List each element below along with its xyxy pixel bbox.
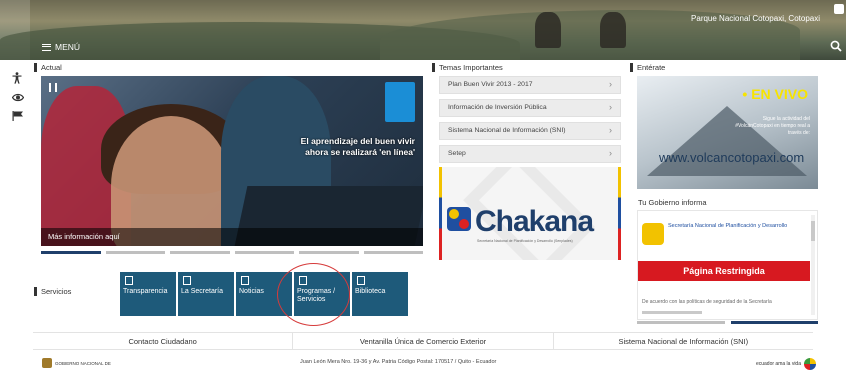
hamburger-icon — [42, 43, 51, 51]
vertical-scrollbar[interactable] — [811, 215, 815, 315]
gobierno-nacional-logo: GOBIERNO NACIONAL DE — [42, 358, 111, 368]
flag-icon[interactable] — [12, 111, 24, 121]
eye-icon — [125, 276, 133, 285]
live-url: www.volcancotopaxi.com — [659, 150, 805, 165]
chat-icon[interactable] — [834, 4, 844, 14]
news-icon — [241, 276, 249, 285]
gobierno-informa-box: Secretaría Nacional de Planificación y D… — [637, 210, 818, 320]
cyclist-image — [600, 12, 626, 48]
sun-icon — [804, 358, 816, 370]
search-icon[interactable] — [830, 40, 842, 52]
section-title-actual: Actual — [34, 63, 62, 72]
footer-links: Contacto Ciudadano Ventanilla Única de C… — [33, 332, 813, 350]
slide-indicator[interactable] — [730, 321, 818, 324]
menu-label: MENÚ — [55, 42, 81, 52]
accessibility-icon[interactable] — [12, 72, 22, 84]
slide-indicator[interactable] — [41, 251, 101, 254]
tile-transparencia[interactable]: Transparencia — [120, 272, 176, 316]
section-title-servicios: Servicios — [33, 287, 72, 296]
senplades-name: Secretaría Nacional de Planificación y D… — [668, 223, 788, 229]
security-note: De acuerdo con las políticas de segurida… — [642, 299, 772, 305]
chakana-banner[interactable]: Chakana Secretaría Nacional de Planifica… — [439, 167, 621, 260]
section-title-enterate: Entérate — [629, 63, 666, 72]
footer-address: Juan León Mera Nro. 19-36 y Av. Patria C… — [300, 359, 497, 365]
chakana-logo-icon — [447, 207, 471, 231]
tile-la-secretaria[interactable]: La Secretaría — [178, 272, 234, 316]
senplades-logo[interactable]: Secretaría Nacional de Planificación y D… — [642, 219, 802, 253]
slide-indicator[interactable] — [637, 321, 725, 324]
crest-icon — [42, 358, 52, 368]
tile-label: Biblioteca — [355, 288, 386, 295]
slide-indicator[interactable] — [363, 251, 423, 254]
senplades-icon — [642, 223, 664, 245]
hero-slide[interactable]: El aprendizaje del buen vivir ahora se r… — [41, 76, 423, 246]
accessibility-bar — [12, 72, 24, 121]
slide-indicator[interactable] — [234, 251, 294, 254]
gobierno-label: GOBIERNO NACIONAL DE — [55, 360, 111, 366]
live-text: Sigue la actividad del #VolcánCotopaxi e… — [735, 116, 810, 136]
senplades-logo — [385, 82, 415, 122]
slide-indicator[interactable] — [299, 251, 359, 254]
footer-link-ventanilla[interactable]: Ventanilla Única de Comercio Exterior — [293, 333, 554, 349]
tema-item[interactable]: Setep — [439, 145, 621, 163]
more-info-link[interactable]: Más información aquí — [41, 228, 423, 246]
gobierno-title: Tu Gobierno informa — [638, 198, 707, 207]
eye-icon[interactable] — [12, 93, 24, 102]
horizontal-scrollbar[interactable] — [642, 311, 702, 314]
header-banner: Parque Nacional Cotopaxi, Cotopaxi MENÚ — [0, 0, 846, 60]
gobierno-indicators — [637, 321, 818, 324]
tema-item[interactable]: Sistema Nacional de Información (SNI) — [439, 122, 621, 140]
slide-indicator[interactable] — [105, 251, 165, 254]
flag-stripe — [439, 167, 442, 260]
flag-stripe — [618, 167, 621, 260]
page: Parque Nacional Cotopaxi, Cotopaxi MENÚ … — [0, 0, 846, 371]
temas-list: Plan Buen Vivir 2013 - 2017 Información … — [439, 76, 621, 163]
book-icon — [357, 276, 365, 285]
chakana-subtitle: Secretaría Nacional de Planificación y D… — [477, 239, 573, 243]
footer-link-sni[interactable]: Sistema Nacional de Información (SNI) — [554, 333, 813, 349]
restricted-page-banner[interactable]: Página Restringida — [638, 261, 810, 281]
pause-icon[interactable] — [49, 83, 57, 92]
tile-label: La Secretaría — [181, 288, 224, 295]
slide-indicator[interactable] — [170, 251, 230, 254]
location-label: Parque Nacional Cotopaxi, Cotopaxi — [691, 14, 820, 23]
tile-label: Transparencia — [123, 288, 168, 295]
student-image — [111, 116, 231, 246]
section-title-temas: Temas Importantes — [432, 63, 503, 72]
servicios-tiles: Transparencia La Secretaría Noticias Pro… — [120, 272, 408, 316]
chakana-title: Chakana — [475, 205, 594, 238]
live-label: • EN VIVO — [742, 86, 808, 102]
ecuador-label: ecuador ama la vida — [755, 361, 801, 367]
slide-caption: El aprendizaje del buen vivir ahora se r… — [300, 136, 415, 157]
highlight-circle — [277, 263, 350, 326]
menu-button[interactable]: MENÚ — [42, 42, 80, 52]
tema-item[interactable]: Información de Inversión Pública — [439, 99, 621, 117]
tile-biblioteca[interactable]: Biblioteca — [352, 272, 408, 316]
slide-indicators — [41, 251, 423, 254]
footer-link-contacto[interactable]: Contacto Ciudadano — [33, 333, 294, 349]
tema-item[interactable]: Plan Buen Vivir 2013 - 2017 — [439, 76, 621, 94]
cyclist-image — [535, 12, 561, 48]
volcano-live-banner[interactable]: • EN VIVO Sigue la actividad del #Volcán… — [637, 76, 818, 189]
building-icon — [183, 276, 191, 285]
ecuador-logo: ecuador ama la vida — [756, 358, 816, 370]
